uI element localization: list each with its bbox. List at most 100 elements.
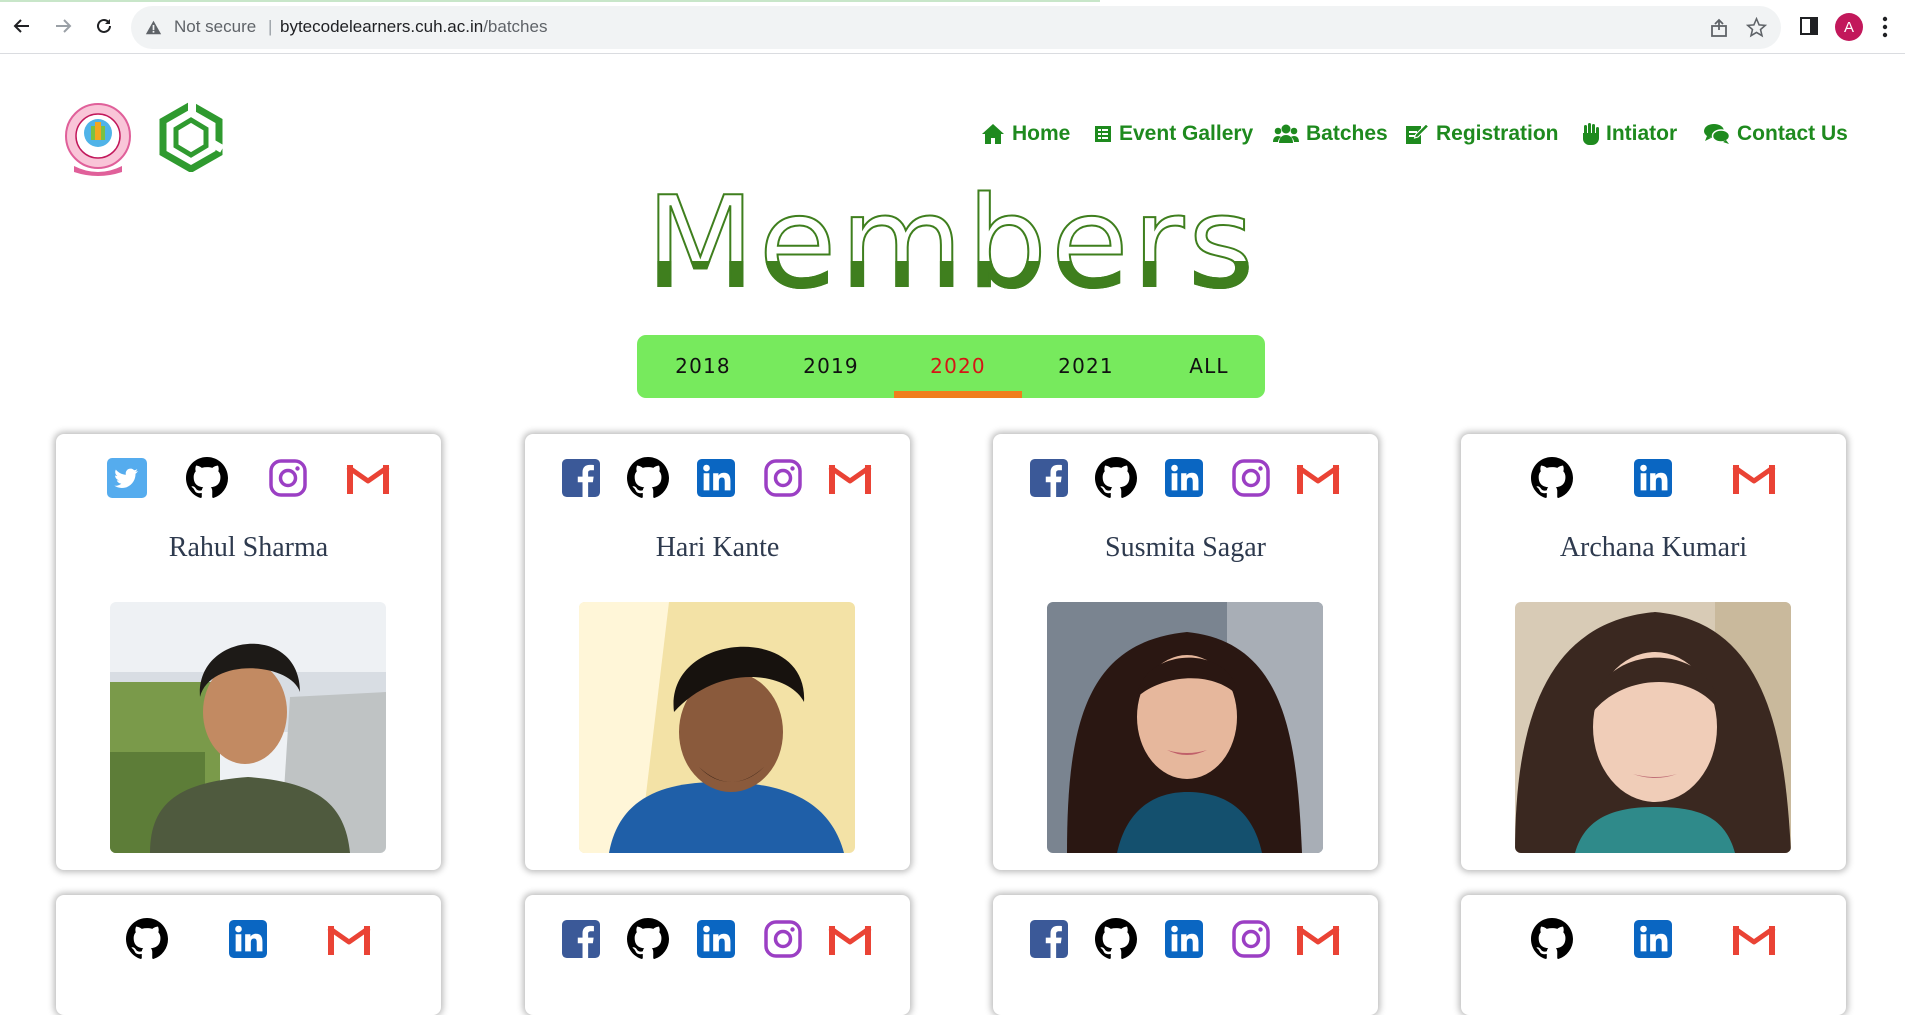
- more-vert-icon[interactable]: [1882, 16, 1888, 38]
- edit-form-icon: [1406, 123, 1429, 144]
- gmail-icon: [828, 925, 872, 955]
- share-icon[interactable]: [1709, 18, 1729, 38]
- url-text[interactable]: bytecodelearners.cuh.ac.in/batches: [280, 17, 547, 37]
- linkedin-icon: [1634, 920, 1672, 958]
- facebook-link[interactable]: [559, 917, 603, 961]
- member-card: Hari Kante: [525, 434, 910, 870]
- linkedin-icon: [1165, 459, 1203, 497]
- linkedin-link[interactable]: [694, 917, 738, 961]
- gmail-link[interactable]: [1296, 456, 1340, 500]
- instagram-icon: [1232, 920, 1270, 958]
- gmail-link[interactable]: [1732, 456, 1776, 500]
- gmail-icon: [828, 464, 872, 494]
- twitter-link[interactable]: [105, 456, 149, 500]
- instagram-link[interactable]: [1229, 456, 1273, 500]
- nav-event-gallery[interactable]: Event Gallery: [1094, 122, 1253, 146]
- reload-button[interactable]: [90, 12, 118, 40]
- github-link[interactable]: [626, 456, 670, 500]
- instagram-link[interactable]: [1229, 917, 1273, 961]
- url-path: /batches: [483, 17, 548, 36]
- gmail-icon: [1296, 925, 1340, 955]
- linkedin-link[interactable]: [694, 456, 738, 500]
- nav-contact-us[interactable]: Contact Us: [1704, 122, 1848, 146]
- github-link[interactable]: [185, 456, 229, 500]
- member-photo[interactable]: [110, 602, 386, 853]
- member-name: Archana Kumari: [1559, 532, 1748, 563]
- member-card: [56, 895, 441, 1015]
- tab-2021[interactable]: 2021: [1022, 335, 1150, 398]
- profile-avatar[interactable]: A: [1835, 13, 1863, 41]
- nav-registration-label: Registration: [1436, 122, 1559, 145]
- gmail-icon: [1732, 464, 1776, 494]
- member-photo[interactable]: [1515, 602, 1791, 853]
- gmail-link[interactable]: [1296, 917, 1340, 961]
- instagram-link[interactable]: [761, 456, 805, 500]
- facebook-icon: [1030, 459, 1068, 497]
- member-card: Susmita Sagar: [993, 434, 1378, 870]
- address-bar[interactable]: Not secure | bytecodelearners.cuh.ac.in/…: [131, 6, 1781, 49]
- github-icon: [1531, 918, 1573, 959]
- github-link[interactable]: [1530, 456, 1574, 500]
- gmail-link[interactable]: [828, 456, 872, 500]
- active-tab-indicator: [894, 391, 1022, 398]
- member-card: Rahul Sharma: [56, 434, 441, 870]
- gmail-link[interactable]: [1732, 917, 1776, 961]
- github-link[interactable]: [1094, 456, 1138, 500]
- social-links: [56, 917, 441, 961]
- linkedin-link[interactable]: [226, 917, 270, 961]
- facebook-icon: [562, 920, 600, 958]
- github-link[interactable]: [125, 917, 169, 961]
- tab-2019[interactable]: 2019: [767, 335, 895, 398]
- arrow-right-icon: [56, 19, 72, 33]
- gmail-icon: [346, 464, 390, 494]
- github-link[interactable]: [1530, 917, 1574, 961]
- warning-icon[interactable]: [145, 19, 162, 36]
- instagram-icon: [764, 920, 802, 958]
- page-title: Members Members: [645, 168, 1255, 305]
- facebook-link[interactable]: [1027, 456, 1071, 500]
- social-links: [993, 917, 1378, 961]
- member-photo[interactable]: [1047, 602, 1323, 853]
- facebook-icon: [1030, 920, 1068, 958]
- gmail-link[interactable]: [346, 456, 390, 500]
- arrow-left-icon: [13, 19, 29, 33]
- linkedin-link[interactable]: [1631, 456, 1675, 500]
- linkedin-icon: [697, 459, 735, 497]
- browser-toolbar: Not secure | bytecodelearners.cuh.ac.in/…: [0, 0, 1905, 54]
- users-icon: [1273, 124, 1299, 143]
- nav-batches[interactable]: Batches: [1273, 122, 1388, 146]
- tab-2020[interactable]: 2020: [894, 335, 1022, 398]
- linkedin-icon: [229, 920, 267, 958]
- nav-home[interactable]: Home: [981, 122, 1070, 146]
- member-card: [1461, 895, 1846, 1015]
- side-panel-icon[interactable]: [1799, 16, 1819, 36]
- security-status[interactable]: Not secure: [174, 17, 256, 37]
- github-icon: [627, 918, 669, 959]
- linkedin-link[interactable]: [1162, 456, 1206, 500]
- github-link[interactable]: [626, 917, 670, 961]
- facebook-link[interactable]: [1027, 917, 1071, 961]
- social-links: [525, 456, 910, 500]
- gmail-icon: [1732, 925, 1776, 955]
- github-icon: [627, 457, 669, 498]
- tab-all[interactable]: ALL: [1145, 335, 1265, 398]
- instagram-link[interactable]: [761, 917, 805, 961]
- gmail-link[interactable]: [327, 917, 371, 961]
- member-photo[interactable]: [579, 602, 855, 853]
- back-button[interactable]: [8, 12, 36, 40]
- linkedin-link[interactable]: [1631, 917, 1675, 961]
- linkedin-link[interactable]: [1162, 917, 1206, 961]
- forward-button[interactable]: [49, 12, 77, 40]
- nav-initiator-label: Intiator: [1606, 122, 1678, 145]
- github-link[interactable]: [1094, 917, 1138, 961]
- instagram-link[interactable]: [266, 456, 310, 500]
- member-name: Rahul Sharma: [168, 532, 329, 563]
- member-card: Archana Kumari: [1461, 434, 1846, 870]
- nav-registration[interactable]: Registration: [1405, 122, 1559, 146]
- tab-2018[interactable]: 2018: [639, 335, 767, 398]
- bookmark-star-icon[interactable]: [1746, 17, 1767, 38]
- facebook-link[interactable]: [559, 456, 603, 500]
- member-name: Susmita Sagar: [1105, 532, 1266, 563]
- nav-initiator[interactable]: Intiator: [1581, 122, 1677, 146]
- gmail-link[interactable]: [828, 917, 872, 961]
